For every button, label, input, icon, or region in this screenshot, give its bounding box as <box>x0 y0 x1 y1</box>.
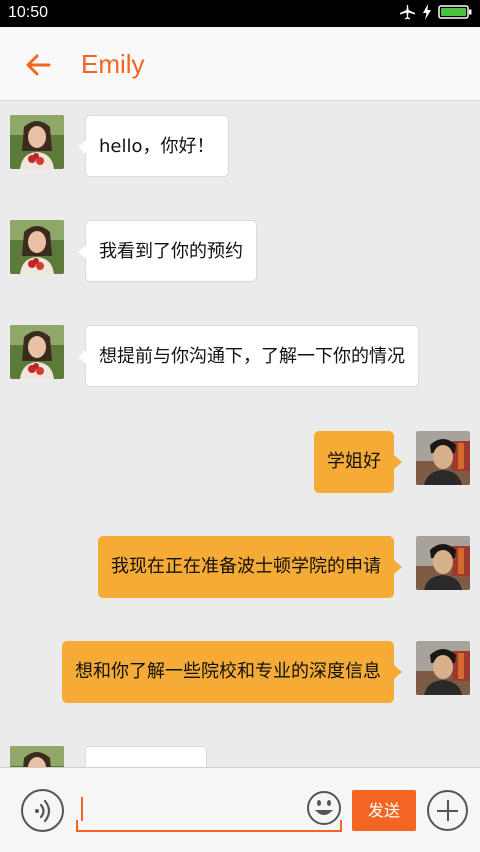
avatar[interactable] <box>10 115 64 169</box>
message-row: 想提前与你沟通下，了解一下你的情况 <box>0 312 480 387</box>
chat-header: Emily <box>0 27 480 101</box>
avatar[interactable] <box>10 746 64 767</box>
avatar[interactable] <box>416 431 470 485</box>
input-bar: 发送 <box>0 767 480 852</box>
message-bubble-incoming[interactable] <box>85 746 207 767</box>
message-row: 我看到了你的预约 <box>0 207 480 282</box>
plus-button[interactable] <box>427 790 468 831</box>
page-title: Emily <box>81 49 145 79</box>
status-bar: 10:50 <box>0 0 480 27</box>
message-bubble-incoming[interactable]: hello，你好！ <box>78 115 229 177</box>
airplane-mode-icon <box>400 5 415 20</box>
message-list[interactable]: hello，你好！ 我看到了你的预约 想提前与你沟通下，了解一下你的情况 学姐好… <box>0 102 480 767</box>
status-time: 10:50 <box>8 4 49 21</box>
message-bubble-outgoing[interactable]: 学姐好 <box>314 431 402 493</box>
avatar[interactable] <box>416 641 470 695</box>
status-icons <box>398 4 472 20</box>
message-bubble-incoming[interactable]: 想提前与你沟通下，了解一下你的情况 <box>78 325 419 387</box>
message-row <box>0 733 480 767</box>
message-input[interactable] <box>76 788 342 832</box>
avatar[interactable] <box>10 325 64 379</box>
message-row: hello，你好！ <box>0 102 480 177</box>
message-row: 学姐好 <box>0 431 480 501</box>
back-button[interactable] <box>18 45 58 85</box>
charging-bolt-icon <box>423 4 431 20</box>
message-row: 想和你了解一些院校和专业的深度信息 <box>0 641 480 711</box>
emoji-button[interactable] <box>306 790 342 826</box>
voice-icon <box>34 799 50 822</box>
message-bubble-outgoing[interactable]: 我现在正在准备波士顿学院的申请 <box>98 536 402 598</box>
text-caret <box>81 797 83 821</box>
message-bubble-outgoing[interactable]: 想和你了解一些院校和专业的深度信息 <box>62 641 402 703</box>
message-row: 我现在正在准备波士顿学院的申请 <box>0 536 480 606</box>
battery-icon <box>438 5 472 19</box>
voice-button[interactable] <box>21 789 64 832</box>
avatar[interactable] <box>416 536 470 590</box>
arrow-left-icon <box>26 54 51 76</box>
message-bubble-incoming[interactable]: 我看到了你的预约 <box>78 220 257 282</box>
send-button[interactable]: 发送 <box>352 790 416 831</box>
avatar[interactable] <box>10 220 64 274</box>
smiley-icon <box>307 791 341 825</box>
